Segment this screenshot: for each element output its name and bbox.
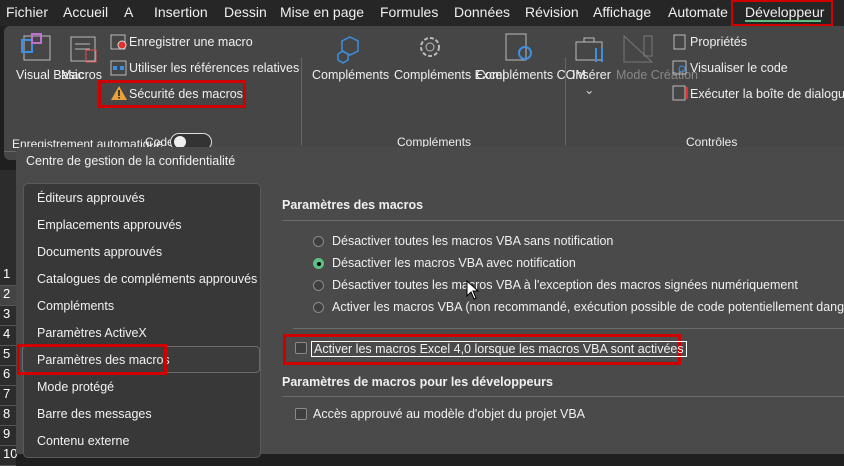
sidebar-item[interactable]: Catalogues de compléments approuvés	[37, 272, 257, 286]
row-header[interactable]: 5	[0, 346, 16, 366]
excel-addins-button[interactable]: Compléments Excel	[394, 68, 505, 82]
row-header[interactable]: 4	[0, 326, 16, 346]
menu-bar: Fichier Accueil A Insertion Dessin Mise …	[0, 0, 844, 26]
mouse-cursor-icon	[466, 280, 480, 300]
sidebar-item[interactable]: Éditeurs approuvés	[37, 191, 145, 205]
tab-a[interactable]: A	[124, 4, 133, 20]
insert-control-button[interactable]: Insérer	[572, 68, 611, 82]
visual-basic-button[interactable]: Visual Basic	[16, 68, 84, 82]
run-dialog-button[interactable]: Exécuter la boîte de dialogue	[690, 87, 844, 101]
row-header[interactable]: 7	[0, 386, 16, 406]
tab-dessin[interactable]: Dessin	[224, 4, 267, 20]
run-dialog-icon	[672, 85, 688, 101]
macro-settings-heading: Paramètres des macros	[282, 198, 424, 212]
macro-option-radio[interactable]	[313, 302, 324, 313]
highlight-box	[98, 80, 246, 108]
excel4-macros-checkbox[interactable]	[295, 342, 307, 354]
group-divider	[565, 58, 566, 146]
macro-option-label[interactable]: Désactiver toutes les macros VBA à l'exc…	[332, 278, 798, 292]
sidebar-item[interactable]: Paramètres ActiveX	[37, 326, 147, 340]
row-header[interactable]: 3	[0, 306, 16, 326]
tab-insertion[interactable]: Insertion	[154, 4, 208, 20]
row-header[interactable]: 2	[0, 286, 16, 306]
highlight-box	[17, 344, 167, 375]
group-divider	[301, 58, 302, 146]
row-header[interactable]: 6	[0, 366, 16, 386]
macro-option-label[interactable]: Désactiver toutes les macros VBA sans no…	[332, 234, 613, 248]
row-header[interactable]: 9	[0, 426, 16, 446]
com-addins-icon	[505, 33, 532, 61]
sidebar-item[interactable]: Documents approuvés	[37, 245, 162, 259]
row-header[interactable]: 8	[0, 406, 16, 426]
gear-icon	[420, 37, 440, 57]
row-header[interactable]: 10	[0, 446, 17, 466]
tab-accueil[interactable]: Accueil	[63, 4, 108, 20]
sidebar-item[interactable]: Contenu externe	[37, 434, 129, 448]
sidebar-item[interactable]: Mode protégé	[37, 380, 114, 394]
tab-automate[interactable]: Automate	[668, 4, 728, 20]
macro-option-label[interactable]: Désactiver les macros VBA avec notificat…	[332, 256, 576, 270]
developer-settings-heading: Paramètres de macros pour les développeu…	[282, 375, 553, 389]
tab-revision[interactable]: Révision	[525, 4, 579, 20]
ribbon: Visual Basic Macros Enregistrer une macr…	[4, 26, 844, 160]
row-header[interactable]: 1	[0, 266, 16, 286]
tab-affichage[interactable]: Affichage	[593, 4, 651, 20]
properties-icon	[673, 34, 686, 50]
tab-fichier[interactable]: Fichier	[6, 4, 48, 20]
excel4-macros-label[interactable]: Activer les macros Excel 4,0 lorsque les…	[311, 341, 687, 357]
tab-donnees[interactable]: Données	[454, 4, 510, 20]
vba-object-model-label[interactable]: Accès approuvé au modèle d'objet du proj…	[313, 407, 585, 421]
macro-option-radio[interactable]	[313, 280, 324, 291]
macros-button[interactable]: Macros	[61, 68, 102, 82]
relative-references-button[interactable]: Utiliser les références relatives	[129, 61, 299, 75]
sidebar-item[interactable]: Emplacements approuvés	[37, 218, 182, 232]
record-macro-icon	[110, 34, 127, 50]
sidebar-item[interactable]: Compléments	[37, 299, 114, 313]
visual-basic-icon	[21, 33, 51, 61]
divider	[293, 328, 844, 329]
highlight-box	[731, 0, 833, 26]
sidebar-item[interactable]: Barre des messages	[37, 407, 152, 421]
dialog-title: Centre de gestion de la confidentialité	[26, 154, 236, 168]
macro-option-radio[interactable]	[313, 258, 324, 269]
row-headers: 1 2 3 4 5 6 7 8 9 10	[0, 170, 17, 466]
trust-center-sidebar: Éditeurs approuvés Emplacements approuvés…	[22, 183, 261, 458]
properties-button[interactable]: Propriétés	[690, 35, 747, 49]
com-addins-button[interactable]: Compléments COM	[476, 68, 586, 82]
view-code-icon	[672, 60, 687, 75]
addins-icon	[337, 36, 359, 64]
chevron-down-icon: ⌄	[584, 83, 595, 97]
macro-option-label[interactable]: Activer les macros VBA (non recommandé, …	[332, 300, 844, 314]
toolbox-icon	[575, 37, 603, 62]
divider	[282, 220, 844, 221]
record-macro-button[interactable]: Enregistrer une macro	[129, 35, 253, 49]
macros-icon	[70, 36, 97, 63]
macro-option-radio[interactable]	[313, 236, 324, 247]
design-mode-button[interactable]: Mode Création	[616, 68, 698, 82]
tab-formules[interactable]: Formules	[380, 4, 438, 20]
view-code-button[interactable]: Visualiser le code	[690, 61, 788, 75]
addins-button[interactable]: Compléments	[312, 68, 389, 82]
relative-references-icon	[110, 60, 127, 76]
design-mode-icon	[623, 34, 654, 63]
vba-object-model-checkbox[interactable]	[295, 408, 307, 420]
divider	[282, 396, 844, 397]
tab-mise-en-page[interactable]: Mise en page	[280, 4, 364, 20]
